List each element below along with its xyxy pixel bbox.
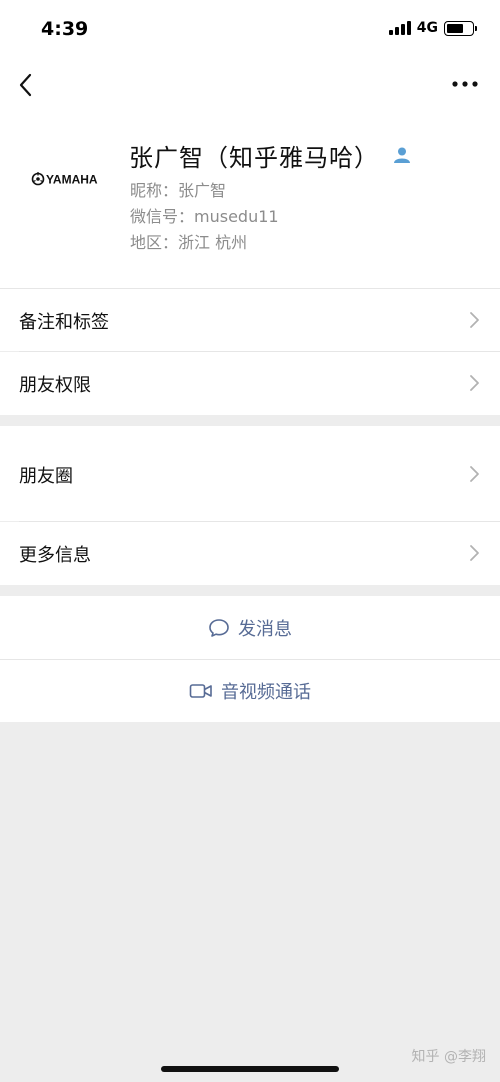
profile-header: YAMAHA 张广智（知乎雅马哈） 昵称：张广智 微信号：musedu11 地区…	[0, 110, 500, 288]
video-call-button[interactable]: 音视频通话	[0, 660, 500, 722]
more-info-item[interactable]: 更多信息	[0, 522, 500, 585]
chevron-left-icon	[19, 73, 32, 97]
moments-item[interactable]: 朋友圈	[0, 426, 500, 521]
friend-permissions-item[interactable]: 朋友权限	[0, 352, 500, 415]
more-dots-icon	[452, 81, 478, 87]
chevron-right-icon	[470, 375, 479, 391]
status-time: 4:39	[41, 18, 89, 40]
chat-bubble-icon	[209, 618, 229, 637]
remarks-tags-item[interactable]: 备注和标签	[0, 288, 500, 351]
status-indicators: 4G	[388, 20, 477, 36]
chevron-right-icon	[470, 466, 479, 482]
yamaha-logo: YAMAHA	[31, 172, 98, 187]
nav-bar	[0, 60, 500, 110]
video-camera-icon	[189, 684, 212, 698]
avatar[interactable]: YAMAHA	[27, 140, 105, 218]
contact-name: 张广智（知乎雅马哈）	[129, 144, 379, 172]
back-button[interactable]	[14, 70, 40, 100]
network-type: 4G	[416, 20, 438, 36]
signal-icon	[388, 21, 411, 35]
more-info-label: 更多信息	[19, 545, 91, 566]
svg-text:YAMAHA: YAMAHA	[46, 173, 98, 187]
status-bar: 4:39 4G	[0, 0, 500, 60]
chevron-right-icon	[470, 545, 479, 561]
contact-profile-screen: 4:39 4G YAMAHA 张广智（知乎雅马哈） 昵称：张广智 微信号：mus…	[0, 0, 500, 1082]
video-call-label: 音视频通话	[221, 682, 311, 703]
more-button[interactable]	[450, 72, 480, 96]
battery-icon	[444, 20, 477, 36]
contact-person-icon	[394, 147, 410, 163]
remarks-tags-label: 备注和标签	[19, 312, 109, 333]
friend-permissions-label: 朋友权限	[19, 375, 91, 396]
chevron-right-icon	[470, 312, 479, 328]
send-message-button[interactable]: 发消息	[0, 596, 500, 659]
moments-label: 朋友圈	[19, 466, 73, 487]
nickname-text: 昵称：张广智	[130, 181, 227, 200]
wechat-id-text: 微信号：musedu11	[130, 207, 279, 226]
watermark-text: 知乎 @李翔	[411, 1049, 486, 1065]
home-indicator[interactable]	[161, 1066, 339, 1072]
region-text: 地区：浙江 杭州	[130, 233, 248, 252]
send-message-label: 发消息	[238, 618, 292, 640]
